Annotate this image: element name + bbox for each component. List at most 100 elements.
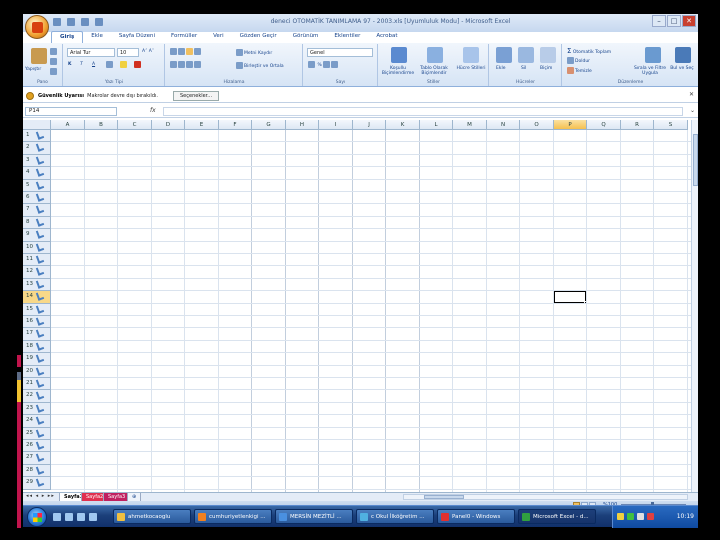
- column-header-M[interactable]: M: [453, 120, 487, 130]
- row-header-27[interactable]: 27: [23, 452, 51, 465]
- insert-function-button[interactable]: fx: [150, 107, 156, 114]
- row-header-12[interactable]: 12: [23, 266, 51, 279]
- row-header-5[interactable]: 5: [23, 179, 51, 192]
- row-header-1[interactable]: 1: [23, 130, 51, 143]
- delete-cells-icon[interactable]: [518, 47, 534, 63]
- comma-icon[interactable]: [323, 61, 331, 68]
- find-select-icon[interactable]: [675, 47, 691, 63]
- taskbar-item-2[interactable]: cumhuriyetlenkigi ...: [194, 509, 272, 524]
- insert-cells-icon[interactable]: [496, 47, 512, 63]
- format-cells-icon[interactable]: [540, 47, 556, 63]
- media-player-icon[interactable]: [89, 513, 97, 521]
- row-header-8[interactable]: 8: [23, 216, 51, 230]
- table-format-button[interactable]: Tablo Olarak Biçimlendir: [417, 66, 451, 76]
- column-header-G[interactable]: G: [252, 120, 286, 130]
- row-header-20[interactable]: 20: [23, 365, 51, 378]
- column-header-H[interactable]: H: [286, 120, 319, 130]
- autosum-button[interactable]: Otomatik Toplam: [573, 50, 611, 55]
- column-header-O[interactable]: O: [520, 120, 554, 130]
- row-header-15[interactable]: 15: [23, 303, 51, 316]
- underline-button[interactable]: A: [92, 62, 95, 67]
- clock[interactable]: 10:19: [677, 513, 694, 520]
- row-header-23[interactable]: 23: [23, 402, 51, 416]
- browser-icon[interactable]: [77, 513, 85, 521]
- bold-button[interactable]: K: [68, 62, 72, 67]
- row-header-18[interactable]: 18: [23, 340, 51, 354]
- borders-icon[interactable]: [106, 61, 113, 68]
- active-cell[interactable]: [553, 290, 588, 305]
- indent-icon[interactable]: [194, 61, 201, 68]
- row-header-19[interactable]: 19: [23, 353, 51, 366]
- taskbar-item-5[interactable]: Panel0 - Windows: [437, 509, 515, 524]
- show-desktop-icon[interactable]: [53, 513, 61, 521]
- column-header-P[interactable]: P: [554, 120, 587, 130]
- fill-color-icon[interactable]: [120, 61, 127, 68]
- tray-security-icon[interactable]: [647, 513, 654, 520]
- tab-data[interactable]: Veri: [205, 31, 232, 43]
- cut-icon[interactable]: [50, 48, 57, 55]
- row-header-29[interactable]: 29: [23, 477, 51, 490]
- vertical-scrollbar[interactable]: [691, 120, 698, 492]
- wrap-text-button[interactable]: Metni Kaydır: [244, 51, 272, 56]
- column-header-Q[interactable]: Q: [587, 120, 621, 130]
- minimize-button[interactable]: –: [652, 15, 666, 27]
- format-cells-button[interactable]: Biçim: [540, 66, 552, 71]
- row-header-22[interactable]: 22: [23, 390, 51, 403]
- percent-button[interactable]: %: [317, 63, 321, 68]
- row-header-11[interactable]: 11: [23, 254, 51, 267]
- grow-font-icon[interactable]: A˄ A˅: [142, 49, 154, 54]
- paste-icon[interactable]: [31, 48, 47, 64]
- insert-cells-button[interactable]: Ekle: [496, 66, 505, 71]
- security-options-button[interactable]: Seçenekler...: [173, 91, 220, 101]
- align-bottom-icon[interactable]: [186, 48, 193, 55]
- tab-formulas[interactable]: Formüller: [163, 31, 205, 43]
- tab-acrobat[interactable]: Acrobat: [368, 31, 405, 43]
- column-header-I[interactable]: I: [319, 120, 353, 130]
- column-header-L[interactable]: L: [420, 120, 453, 130]
- formula-input[interactable]: [163, 107, 683, 116]
- align-center-icon[interactable]: [178, 61, 185, 68]
- cell-styles-button[interactable]: Hücre Stilleri: [455, 66, 487, 71]
- row-header-26[interactable]: 26: [23, 440, 51, 453]
- align-left-icon[interactable]: [170, 61, 177, 68]
- row-header-13[interactable]: 13: [23, 278, 51, 292]
- orientation-icon[interactable]: [194, 48, 201, 55]
- clear-button[interactable]: Temizle: [575, 69, 592, 74]
- row-header-28[interactable]: 28: [23, 464, 51, 478]
- expand-formula-bar-icon[interactable]: ⌄: [690, 107, 695, 114]
- row-header-9[interactable]: 9: [23, 229, 51, 242]
- column-header-E[interactable]: E: [185, 120, 219, 130]
- column-header-C[interactable]: C: [118, 120, 152, 130]
- merge-center-button[interactable]: Birleştir ve Ortala: [244, 64, 284, 69]
- font-size-combo[interactable]: 10: [117, 48, 139, 57]
- font-color-icon[interactable]: [134, 61, 141, 68]
- row-header-17[interactable]: 17: [23, 328, 51, 341]
- column-header-J[interactable]: J: [353, 120, 386, 130]
- row-header-25[interactable]: 25: [23, 427, 51, 440]
- row-header-6[interactable]: 6: [23, 192, 51, 205]
- align-right-icon[interactable]: [186, 61, 193, 68]
- horizontal-scroll-thumb[interactable]: [424, 495, 464, 499]
- conditional-format-button[interactable]: Koşullu Biçimlendirme: [381, 66, 415, 76]
- conditional-format-icon[interactable]: [391, 47, 407, 63]
- tray-network-icon[interactable]: [627, 513, 634, 520]
- cell-area[interactable]: [51, 130, 691, 492]
- decimal-icon[interactable]: [331, 61, 339, 68]
- tab-review[interactable]: Gözden Geçir: [232, 31, 285, 43]
- office-button[interactable]: [25, 15, 49, 39]
- find-select-button[interactable]: Bul ve Seç: [668, 66, 696, 71]
- row-header-2[interactable]: 2: [23, 142, 51, 155]
- row-header-10[interactable]: 10: [23, 241, 51, 254]
- row-header-14[interactable]: 14: [23, 291, 51, 304]
- row-header-4[interactable]: 4: [23, 167, 51, 180]
- column-header-N[interactable]: N: [487, 120, 520, 130]
- column-header-K[interactable]: K: [386, 120, 420, 130]
- column-header-B[interactable]: B: [85, 120, 118, 130]
- taskbar-item-4[interactable]: c Okul İlköğretim ...: [356, 509, 434, 524]
- taskbar-item-6[interactable]: Microsoft Excel - d...: [518, 509, 596, 524]
- delete-cells-button[interactable]: Sil: [521, 66, 526, 71]
- row-header-16[interactable]: 16: [23, 316, 51, 329]
- sheet-nav-buttons[interactable]: ◂◂ ◂ ▸ ▸▸: [26, 493, 55, 499]
- select-all-button[interactable]: [23, 120, 51, 130]
- maximize-button[interactable]: □: [667, 15, 681, 27]
